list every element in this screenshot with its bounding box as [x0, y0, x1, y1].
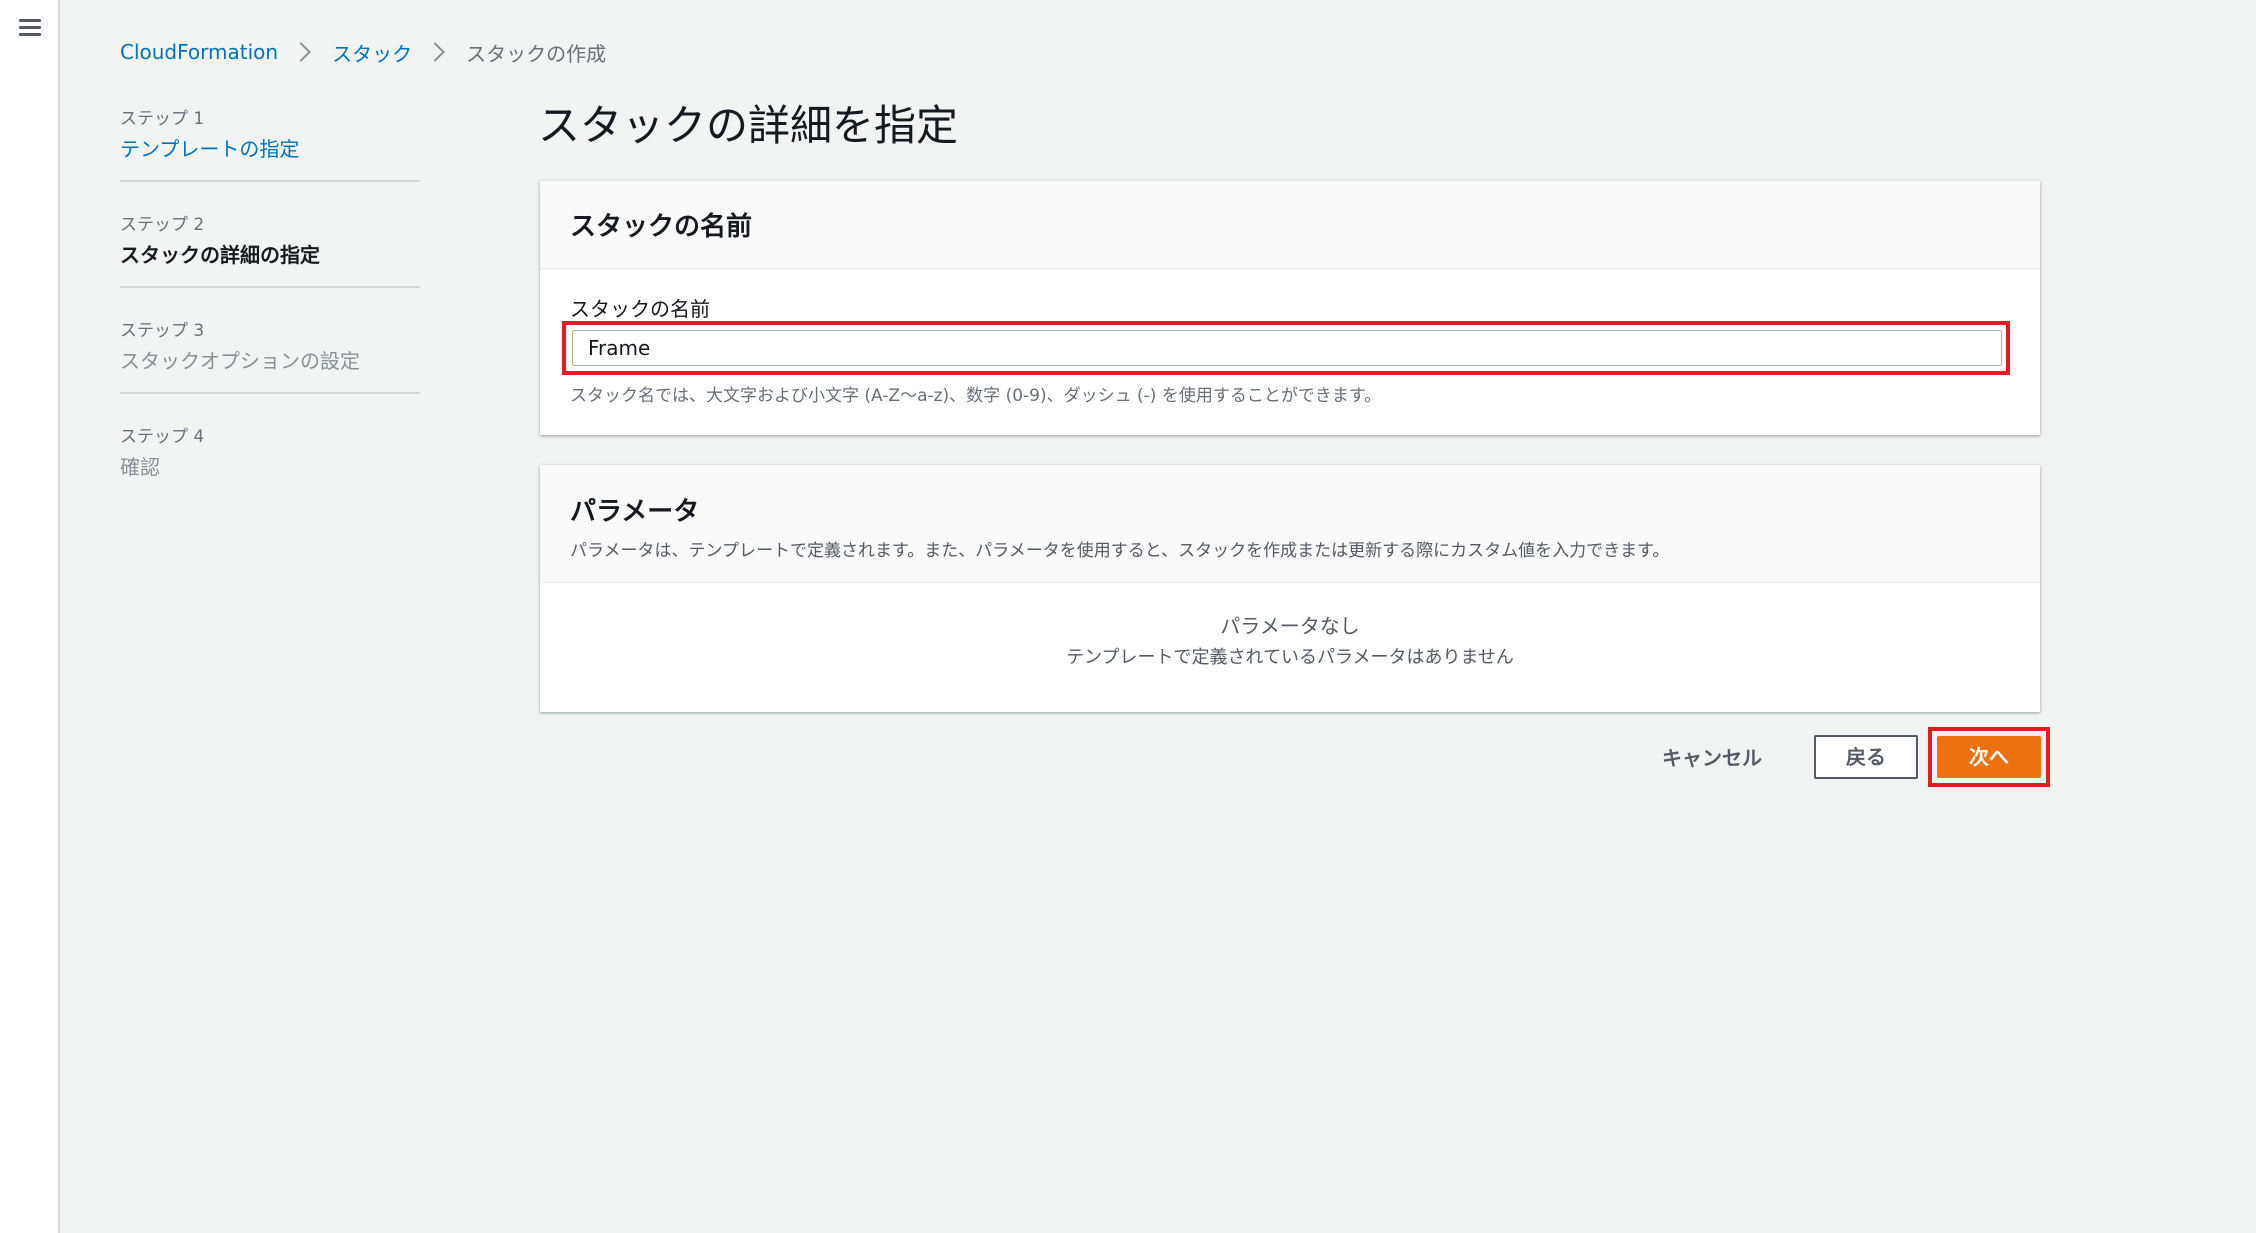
panel-title: スタックの名前	[570, 212, 753, 242]
step-number: ステップ 2	[120, 215, 205, 235]
step-number: ステップ 1	[120, 109, 205, 129]
next-button[interactable]: 次へ	[1937, 736, 2041, 778]
empty-state-title: パラメータなし	[1220, 614, 1360, 638]
step-link-specify-template[interactable]: テンプレートの指定	[120, 134, 420, 164]
breadcrumb: CloudFormation スタック スタックの作成	[120, 38, 606, 66]
side-navigation-rail	[0, 0, 60, 1233]
wizard-step-2: ステップ 2 スタックの詳細の指定	[120, 210, 420, 288]
breadcrumb-cloudformation[interactable]: CloudFormation	[120, 40, 278, 64]
chevron-right-icon	[425, 42, 445, 62]
panel-header: パラメータ パラメータは、テンプレートで定義されます。また、パラメータを使用する…	[540, 465, 2040, 583]
panel-description: パラメータは、テンプレートで定義されます。また、パラメータを使用すると、スタック…	[570, 541, 1670, 561]
stack-name-input[interactable]	[572, 330, 2002, 366]
stack-name-panel: スタックの名前 スタックの名前 スタック名では、大文字および小文字 (A-Z〜a…	[540, 181, 2040, 435]
highlight-box	[562, 321, 2010, 375]
page-title: スタックの詳細を指定	[538, 101, 959, 150]
wizard-step-1: ステップ 1 テンプレートの指定	[120, 104, 420, 182]
empty-state: パラメータなし テンプレートで定義されているパラメータはありません	[540, 583, 2040, 673]
parameters-panel: パラメータ パラメータは、テンプレートで定義されます。また、パラメータを使用する…	[540, 465, 2040, 712]
back-button[interactable]: 戻る	[1814, 735, 1918, 779]
cancel-button[interactable]: キャンセル	[1652, 736, 1772, 780]
stack-name-hint: スタック名では、大文字および小文字 (A-Z〜a-z)、数字 (0-9)、ダッシ…	[570, 386, 1382, 406]
hamburger-icon[interactable]	[19, 19, 41, 37]
highlight-box: 次へ	[1928, 727, 2050, 787]
wizard-step-3: ステップ 3 スタックオプションの設定	[120, 316, 420, 394]
step-review: 確認	[120, 455, 160, 479]
empty-state-subtitle: テンプレートで定義されているパラメータはありません	[1066, 647, 1514, 668]
breadcrumb-create-stack: スタックの作成	[466, 41, 607, 66]
chevron-right-icon	[291, 42, 311, 62]
step-current-stack-details: スタックの詳細の指定	[120, 243, 320, 267]
panel-title: パラメータ	[570, 497, 700, 527]
step-number: ステップ 4	[120, 427, 205, 447]
step-number: ステップ 3	[120, 321, 205, 341]
step-stack-options: スタックオプションの設定	[120, 349, 360, 373]
breadcrumb-stacks[interactable]: スタック	[332, 38, 412, 67]
stack-name-label: スタックの名前	[570, 297, 710, 321]
panel-header: スタックの名前	[540, 181, 2040, 269]
wizard-step-4: ステップ 4 確認	[120, 422, 420, 500]
wizard-steps: ステップ 1 テンプレートの指定 ステップ 2 スタックの詳細の指定 ステップ …	[120, 104, 420, 528]
